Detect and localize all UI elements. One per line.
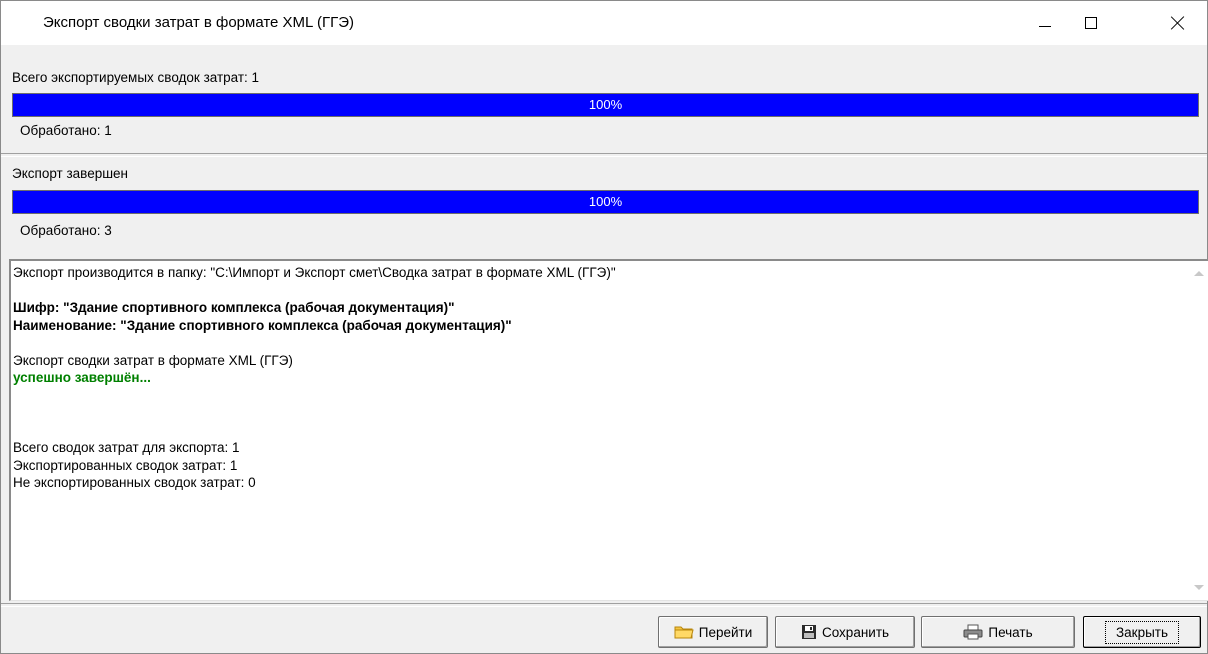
log-total-line: Всего сводок затрат для экспорта: 1 bbox=[13, 440, 240, 455]
scroll-up-icon[interactable] bbox=[1194, 271, 1204, 276]
processed-status-label: Обработано: bbox=[20, 223, 101, 238]
printer-icon bbox=[963, 624, 983, 640]
log-blank bbox=[13, 404, 1187, 422]
go-button[interactable]: Перейти bbox=[658, 616, 768, 648]
window-title: Экспорт сводки затрат в формате XML (ГГЭ… bbox=[43, 14, 355, 31]
save-button[interactable]: Сохранить bbox=[775, 616, 915, 648]
processed-status: Обработано: 3 bbox=[20, 223, 112, 238]
progress-group-status: Экспорт завершен 100% Обработано: 3 bbox=[1, 156, 1207, 254]
close-window-button[interactable] bbox=[1155, 1, 1201, 45]
progress-percent-total: 100% bbox=[588, 97, 623, 112]
minimize-icon bbox=[1039, 25, 1051, 27]
folder-icon bbox=[674, 624, 694, 640]
print-button-label: Печать bbox=[988, 624, 1033, 640]
progress-status-label: Экспорт завершен bbox=[12, 166, 129, 181]
close-button[interactable]: Закрыть bbox=[1083, 616, 1201, 648]
log-name-line: Наименование: "Здание спортивного компле… bbox=[13, 317, 512, 333]
log-success-line: успешно завершён... bbox=[13, 370, 151, 385]
close-button-label: Закрыть bbox=[1105, 620, 1179, 644]
log-vertical-scrollbar[interactable] bbox=[1190, 261, 1208, 600]
progress-group-total: Всего экспортируемых сводок затрат: 1 10… bbox=[1, 63, 1207, 153]
progress-bar-total: 100% bbox=[12, 93, 1199, 117]
export-log[interactable]: Экспорт производится в папку: "C:\Импорт… bbox=[9, 259, 1208, 601]
export-dialog: Экспорт сводки затрат в формате XML (ГГЭ… bbox=[0, 0, 1208, 654]
scroll-down-icon[interactable] bbox=[1194, 585, 1204, 590]
processed-total: Обработано: 1 bbox=[20, 123, 112, 138]
log-blank bbox=[13, 422, 1187, 440]
log-exported-line: Экспортированных сводок затрат: 1 bbox=[13, 457, 238, 473]
log-folder-line: Экспорт производится в папку: "C:\Импорт… bbox=[13, 265, 616, 280]
progress-bar-status: 100% bbox=[12, 190, 1199, 214]
processed-total-label: Обработано: bbox=[20, 123, 101, 138]
go-button-label: Перейти bbox=[698, 624, 753, 640]
log-blank bbox=[13, 282, 1187, 300]
progress-percent-status: 100% bbox=[588, 194, 623, 209]
minimize-button[interactable] bbox=[1022, 1, 1068, 45]
floppy-disk-icon bbox=[801, 624, 817, 640]
maximize-button[interactable] bbox=[1068, 1, 1114, 45]
log-blank bbox=[13, 387, 1187, 405]
log-export-line: Экспорт сводки затрат в формате XML (ГГЭ… bbox=[13, 352, 293, 368]
save-button-label: Сохранить bbox=[821, 624, 890, 640]
progress-total-label: Всего экспортируемых сводок затрат: 1 bbox=[12, 70, 260, 85]
log-content: Экспорт производится в папку: "C:\Импорт… bbox=[13, 264, 1187, 492]
log-blank bbox=[13, 334, 1187, 352]
processed-total-value: 1 bbox=[104, 123, 112, 138]
log-not-exported-line: Не экспортированных сводок затрат: 0 bbox=[13, 475, 256, 490]
close-icon bbox=[1171, 16, 1185, 30]
title-bar[interactable]: Экспорт сводки затрат в формате XML (ГГЭ… bbox=[1, 1, 1207, 45]
print-button[interactable]: Печать bbox=[921, 616, 1075, 648]
processed-status-value: 3 bbox=[104, 223, 112, 238]
bottom-divider bbox=[1, 603, 1207, 607]
log-cipher-line: Шифр: "Здание спортивного комплекса (раб… bbox=[13, 300, 455, 315]
maximize-icon bbox=[1085, 17, 1097, 29]
